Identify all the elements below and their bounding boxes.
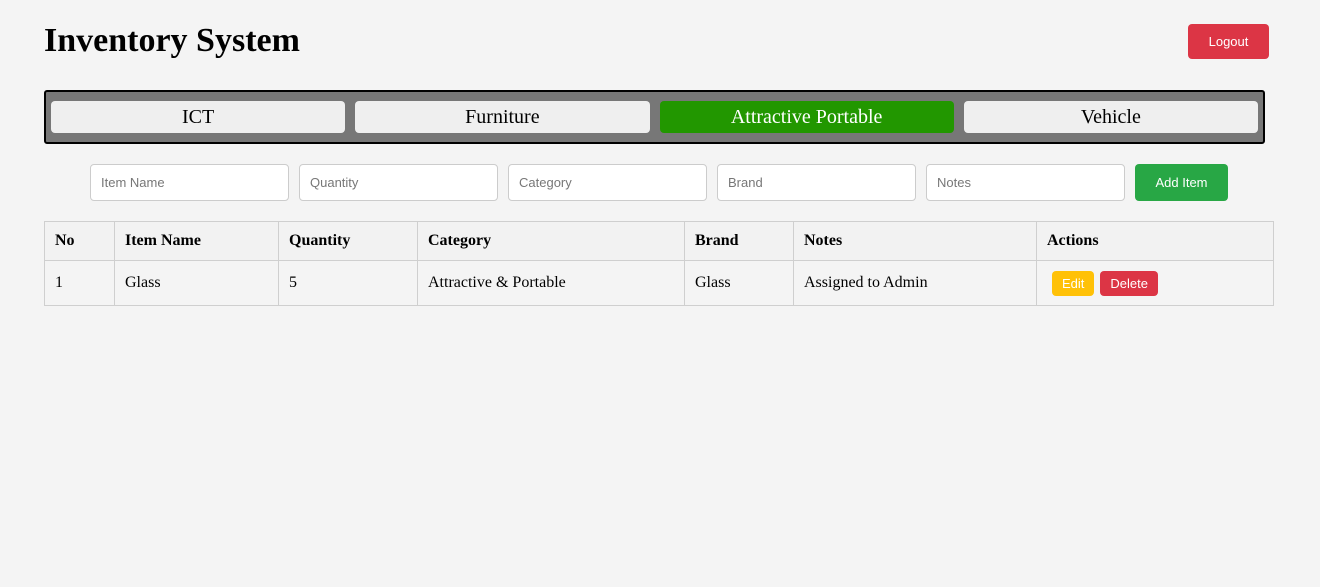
cell-category: Attractive & Portable (417, 260, 685, 306)
column-header-item-name: Item Name (114, 221, 279, 261)
notes-input[interactable] (926, 164, 1125, 201)
item-name-input[interactable] (90, 164, 289, 201)
quantity-input[interactable] (299, 164, 498, 201)
inventory-table: No Item Name Quantity Category Brand Not… (44, 221, 1274, 306)
cell-no: 1 (44, 260, 115, 306)
tab-furniture[interactable]: Furniture (355, 101, 650, 133)
tab-ict[interactable]: ICT (51, 101, 346, 133)
add-item-button[interactable]: Add Item (1135, 164, 1228, 201)
logout-button[interactable]: Logout (1188, 24, 1269, 59)
column-header-actions: Actions (1036, 221, 1274, 261)
tab-attractive-portable[interactable]: Attractive Portable (659, 101, 954, 133)
column-header-category: Category (417, 221, 685, 261)
delete-button[interactable]: Delete (1100, 270, 1158, 296)
table-header-row: No Item Name Quantity Category Brand Not… (44, 221, 1274, 261)
cell-notes: Assigned to Admin (793, 260, 1037, 306)
column-header-notes: Notes (793, 221, 1037, 261)
cell-brand: Glass (684, 260, 794, 306)
add-item-form: Add Item (90, 164, 1228, 201)
edit-button[interactable]: Edit (1052, 270, 1095, 296)
page-title: Inventory System (44, 22, 300, 59)
column-header-brand: Brand (684, 221, 794, 261)
column-header-quantity: Quantity (278, 221, 418, 261)
tab-vehicle[interactable]: Vehicle (963, 101, 1258, 133)
category-input[interactable] (508, 164, 707, 201)
cell-actions: Edit Delete (1036, 260, 1274, 306)
column-header-no: No (44, 221, 115, 261)
category-tabs: ICT Furniture Attractive Portable Vehicl… (44, 90, 1265, 144)
cell-item-name: Glass (114, 260, 279, 306)
brand-input[interactable] (717, 164, 916, 201)
table-row: 1 Glass 5 Attractive & Portable Glass As… (44, 260, 1274, 306)
cell-quantity: 5 (278, 260, 418, 306)
